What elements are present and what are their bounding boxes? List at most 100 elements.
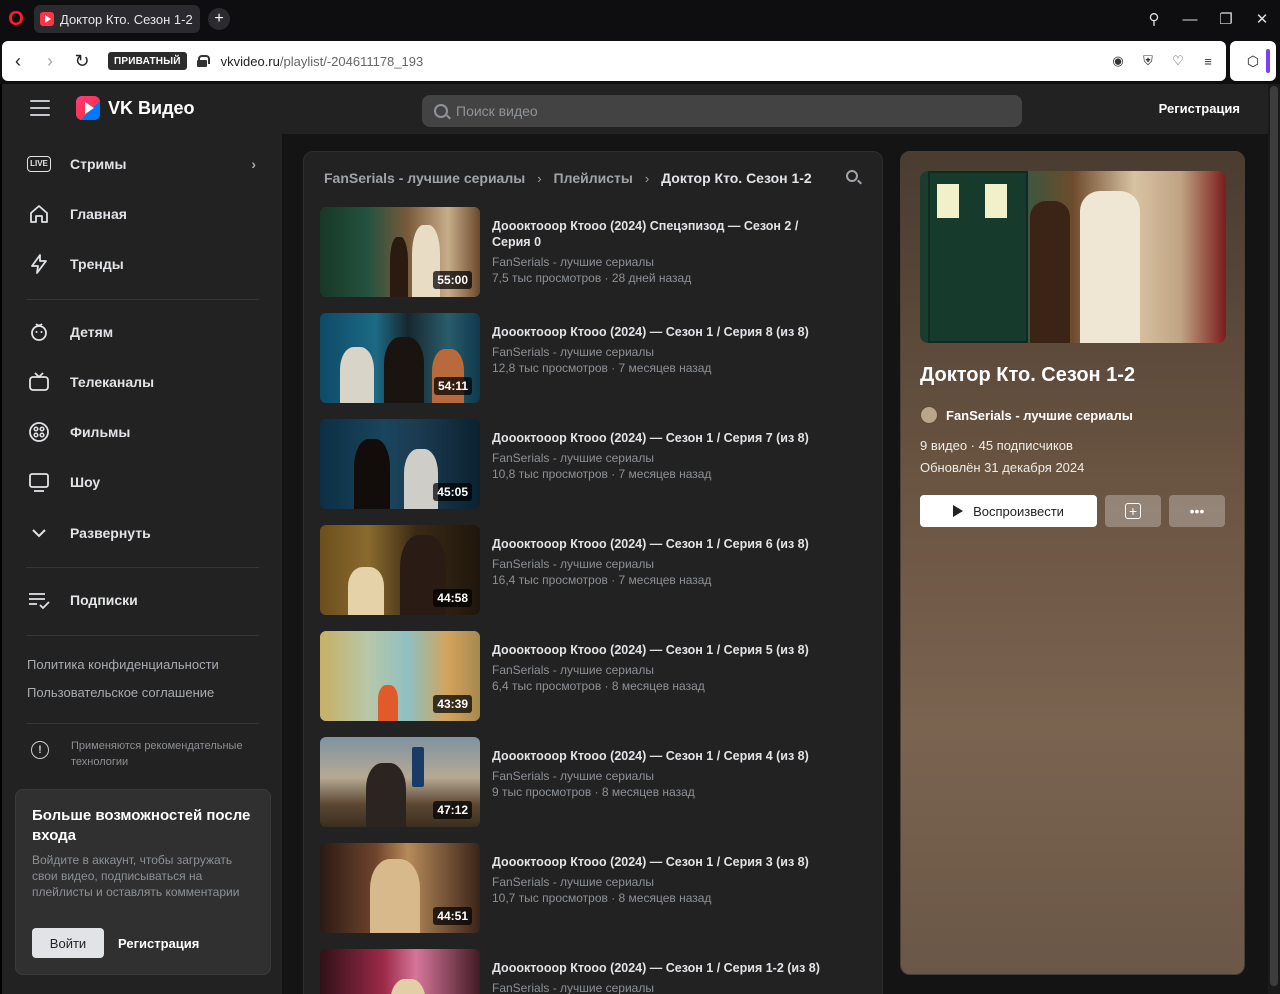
avatar[interactable]: [920, 406, 938, 424]
minimize-button[interactable]: —: [1172, 0, 1208, 38]
restore-button[interactable]: ❐: [1208, 0, 1244, 38]
browser-search-icon[interactable]: ⚲: [1136, 0, 1172, 38]
breadcrumb-playlists[interactable]: Плейлисты: [554, 170, 633, 186]
video-title[interactable]: Доооктооор Ктооо (2024) — Сезон 1 / Сери…: [492, 854, 822, 870]
more-dots-icon: •••: [1189, 503, 1205, 519]
video-title[interactable]: Доооктооор Ктооо (2024) — Сезон 1 / Сери…: [492, 324, 822, 340]
sidebar-item-trends[interactable]: Тренды: [26, 244, 262, 284]
owner-name[interactable]: FanSerials - лучшие сериалы: [946, 408, 1133, 423]
thumbnail-figure: [412, 747, 424, 787]
page-scrollbar[interactable]: [1268, 84, 1280, 994]
heart-icon[interactable]: ♡: [1168, 51, 1188, 71]
cube-icon: ⬡: [1246, 52, 1260, 69]
recommendation-notice[interactable]: ! Применяются рекомендательные технологи…: [27, 738, 267, 770]
list-item[interactable]: 47:12 Доооктооор Ктооо (2024) — Сезон 1 …: [320, 737, 868, 827]
breadcrumb-channel[interactable]: FanSerials - лучшие сериалы: [324, 170, 525, 186]
shield-icon[interactable]: ⛨: [1138, 51, 1158, 71]
playlist-owner[interactable]: FanSerials - лучшие сериалы: [920, 406, 1133, 424]
list-item[interactable]: 44:58 Доооктооор Ктооо (2024) — Сезон 1 …: [320, 525, 868, 615]
list-item[interactable]: 43:39 Доооктооор Ктооо (2024) — Сезон 1 …: [320, 631, 868, 721]
lightning-icon: [26, 251, 52, 277]
sidebar-divider: [26, 635, 259, 636]
url-path: /playlist/-204611178_193: [279, 53, 424, 69]
camera-icon[interactable]: ◉: [1108, 51, 1128, 71]
lock-icon[interactable]: [196, 55, 210, 67]
video-channel[interactable]: FanSerials - лучшие сериалы: [492, 450, 822, 466]
privacy-policy-link[interactable]: Политика конфиденциальности: [27, 657, 219, 672]
sidebar-item-shows[interactable]: Шоу: [26, 462, 262, 502]
playlist-cover[interactable]: [920, 171, 1226, 343]
cover-window: [982, 181, 1010, 221]
info-icon: !: [31, 741, 49, 759]
more-options-button[interactable]: •••: [1169, 495, 1225, 527]
close-window-button[interactable]: ✕: [1244, 0, 1280, 38]
register-button[interactable]: Регистрация: [118, 936, 199, 951]
menu-icon[interactable]: [30, 100, 50, 116]
video-title[interactable]: Доооктооор Ктооо (2024) — Сезон 1 / Сери…: [492, 960, 822, 976]
list-item[interactable]: 54:11 Доооктооор Ктооо (2024) — Сезон 1 …: [320, 313, 868, 403]
cover-figure: [1080, 191, 1140, 343]
video-channel[interactable]: FanSerials - лучшие сериалы: [492, 662, 822, 678]
play-button[interactable]: Воспроизвести: [920, 495, 1097, 527]
register-link[interactable]: Регистрация: [1159, 101, 1240, 116]
video-title[interactable]: Доооктооор Ктооо (2024) — Сезон 1 / Сери…: [492, 642, 822, 658]
opera-logo-icon[interactable]: O: [0, 0, 32, 38]
sidebar-item-expand[interactable]: Развернуть: [26, 513, 262, 553]
sidebar-item-subscriptions[interactable]: Подписки: [26, 580, 262, 620]
scrollbar-thumb[interactable]: [1270, 86, 1278, 986]
video-channel[interactable]: FanSerials - лучшие сериалы: [492, 254, 822, 270]
video-thumbnail[interactable]: 45:05: [320, 419, 480, 509]
playlist-search-button[interactable]: [846, 170, 862, 186]
site-logo[interactable]: VK Видео: [76, 96, 195, 120]
new-tab-button[interactable]: +: [208, 8, 230, 30]
login-button[interactable]: Войти: [32, 928, 104, 958]
add-playlist-button[interactable]: +: [1105, 495, 1161, 527]
video-channel[interactable]: FanSerials - лучшие сериалы: [492, 980, 822, 994]
sidebar-item-label: Шоу: [70, 474, 101, 490]
add-icon: +: [1125, 503, 1141, 519]
easy-setup-icon[interactable]: ≡: [1198, 51, 1218, 71]
private-mode-badge: ПРИВАТНЫЙ: [108, 52, 187, 70]
video-title[interactable]: Доооктооор Ктооо (2024) — Сезон 1 / Сери…: [492, 536, 822, 552]
page: VK Видео Поиск видео Регистрация LIVE Ст…: [0, 84, 1268, 994]
video-thumbnail[interactable]: 55:00: [320, 207, 480, 297]
sidebar: LIVE Стримы › Главная Тренды Детям Телек…: [2, 134, 282, 994]
url-field[interactable]: vkvideo.ru/playlist/-204611178_193: [221, 54, 424, 69]
sidebar-divider: [26, 567, 259, 568]
address-bar-icons: ◉ ⛨ ♡ ≡: [1108, 41, 1218, 81]
video-title[interactable]: Доооктооор Ктооо (2024) — Сезон 1 / Сери…: [492, 748, 822, 764]
sidebar-item-home[interactable]: Главная: [26, 194, 262, 234]
sidebar-item-tv-channels[interactable]: Телеканалы: [26, 362, 262, 402]
list-item[interactable]: 44:51 Доооктооор Ктооо (2024) — Сезон 1 …: [320, 843, 868, 933]
video-thumbnail[interactable]: 54:11: [320, 313, 480, 403]
search-input[interactable]: Поиск видео: [422, 95, 1022, 127]
address-bar-area: ‹ › ↻ ПРИВАТНЫЙ vkvideo.ru/playlist/-204…: [0, 38, 1280, 84]
video-title[interactable]: Доооктооор Ктооо (2024) — Сезон 1 / Сери…: [492, 430, 822, 446]
sidebar-item-films[interactable]: Фильмы: [26, 412, 262, 452]
video-channel[interactable]: FanSerials - лучшие сериалы: [492, 768, 822, 784]
video-meta: 9 тыс просмотров · 8 месяцев назад: [492, 785, 695, 799]
film-reel-icon: [26, 419, 52, 445]
video-channel[interactable]: FanSerials - лучшие сериалы: [492, 556, 822, 572]
video-channel[interactable]: FanSerials - лучшие сериалы: [492, 874, 822, 890]
list-item[interactable]: Доооктооор Ктооо (2024) — Сезон 1 / Сери…: [320, 949, 868, 994]
video-channel[interactable]: FanSerials - лучшие сериалы: [492, 344, 822, 360]
list-item[interactable]: 55:00 Доооктооор Ктооо (2024) Спецэпизод…: [320, 207, 868, 297]
back-button[interactable]: ‹: [2, 41, 34, 81]
reload-button[interactable]: ↻: [66, 41, 98, 81]
video-thumbnail[interactable]: 44:58: [320, 525, 480, 615]
extensions-button[interactable]: ⬡: [1230, 41, 1276, 81]
browser-tab[interactable]: Доктор Кто. Сезон 1-2 | В: [34, 5, 200, 33]
sidebar-item-streams[interactable]: LIVE Стримы ›: [26, 144, 262, 184]
user-agreement-link[interactable]: Пользовательское соглашение: [27, 685, 214, 700]
video-thumbnail[interactable]: 47:12: [320, 737, 480, 827]
video-meta: 7,5 тыс просмотров · 28 дней назад: [492, 271, 692, 285]
video-thumbnail[interactable]: 43:39: [320, 631, 480, 721]
list-item[interactable]: 45:05 Доооктооор Ктооо (2024) — Сезон 1 …: [320, 419, 868, 509]
video-thumbnail[interactable]: [320, 949, 480, 994]
window-controls: ⚲ — ❐ ✕: [1136, 0, 1280, 38]
video-thumbnail[interactable]: 44:51: [320, 843, 480, 933]
video-title[interactable]: Доооктооор Ктооо (2024) Спецэпизод — Сез…: [492, 218, 822, 250]
forward-button[interactable]: ›: [34, 41, 66, 81]
sidebar-item-kids[interactable]: Детям: [26, 312, 262, 352]
